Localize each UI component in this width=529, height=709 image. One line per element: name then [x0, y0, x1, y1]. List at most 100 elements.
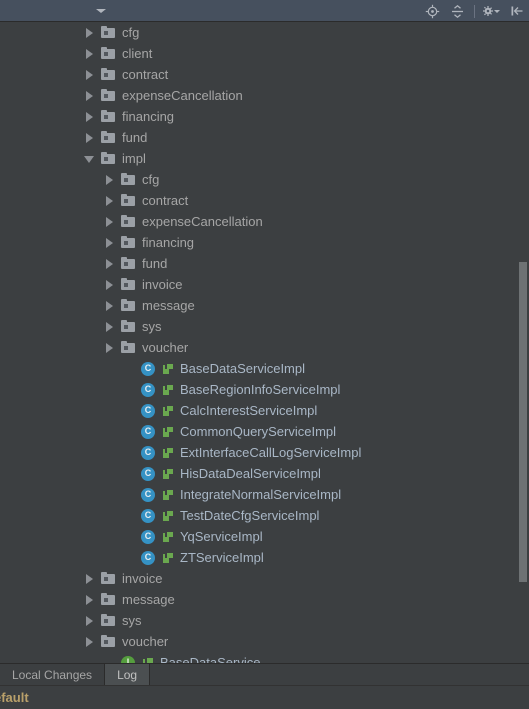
tree-row-label: cfg: [122, 25, 140, 40]
tree-row-folder[interactable]: voucher: [0, 337, 529, 358]
tree-row-label: financing: [122, 109, 175, 124]
tree-row-label: ExtInterfaceCallLogServiceImpl: [180, 445, 362, 460]
tree-row-folder[interactable]: expenseCancellation: [0, 211, 529, 232]
tree-row-folder[interactable]: financing: [0, 106, 529, 127]
tree-row-label: CalcInterestServiceImpl: [180, 403, 318, 418]
tree-indent-spacer: [124, 426, 135, 437]
java-class-icon: C: [140, 508, 156, 524]
tree-row-class[interactable]: C CalcInterestServiceImpl: [0, 400, 529, 421]
tree-row-label: TestDateCfgServiceImpl: [180, 508, 320, 523]
chevron-right-icon[interactable]: [84, 615, 95, 626]
folder-icon: [120, 277, 136, 293]
chevron-down-icon[interactable]: [84, 153, 95, 164]
tree-indent-spacer: [124, 531, 135, 542]
chevron-right-icon[interactable]: [104, 174, 115, 185]
chevron-right-icon[interactable]: [84, 594, 95, 605]
chevron-right-icon[interactable]: [84, 27, 95, 38]
chevron-right-icon[interactable]: [84, 573, 95, 584]
tree-indent-spacer: [124, 384, 135, 395]
bottom-tab-local-changes[interactable]: Local Changes: [0, 664, 104, 686]
tree-scrollbar-thumb[interactable]: [519, 262, 527, 582]
tree-row-class[interactable]: C HisDataDealServiceImpl: [0, 463, 529, 484]
tree-row-folder[interactable]: fund: [0, 127, 529, 148]
tree-row-label: client: [122, 46, 153, 61]
implements-marker-icon: [162, 445, 175, 461]
chevron-right-icon[interactable]: [104, 216, 115, 227]
hide-panel-icon[interactable]: [508, 3, 525, 20]
tree-row-folder[interactable]: expenseCancellation: [0, 85, 529, 106]
tree-row-label: fund: [142, 256, 168, 271]
tree-row-label: HisDataDealServiceImpl: [180, 466, 321, 481]
folder-icon: [100, 613, 116, 629]
project-tree[interactable]: cfg client contract expenseCancellation fina…: [0, 22, 529, 663]
tree-indent-spacer: [124, 363, 135, 374]
implements-marker-icon: [162, 466, 175, 482]
folder-icon: [100, 151, 116, 167]
java-class-icon: C: [140, 529, 156, 545]
tree-row-folder[interactable]: voucher: [0, 631, 529, 652]
tree-row-folder[interactable]: message: [0, 295, 529, 316]
chevron-right-icon[interactable]: [104, 237, 115, 248]
tree-row-folder[interactable]: contract: [0, 190, 529, 211]
folder-icon: [100, 67, 116, 83]
chevron-right-icon[interactable]: [84, 90, 95, 101]
tree-row-label: BaseDataServiceImpl: [180, 361, 305, 376]
chevron-right-icon[interactable]: [84, 69, 95, 80]
tree-row-interface[interactable]: I BaseDataService: [0, 652, 529, 663]
chevron-right-icon[interactable]: [84, 111, 95, 122]
folder-icon: [120, 340, 136, 356]
tree-row-folder[interactable]: impl: [0, 148, 529, 169]
chevron-right-icon[interactable]: [104, 195, 115, 206]
tree-row-class[interactable]: C ZTServiceImpl: [0, 547, 529, 568]
toolbar-actions: [424, 0, 525, 22]
tree-row-class[interactable]: C BaseDataServiceImpl: [0, 358, 529, 379]
tree-row-label: invoice: [122, 571, 163, 586]
chevron-right-icon[interactable]: [104, 258, 115, 269]
chevron-right-icon[interactable]: [84, 636, 95, 647]
tree-row-label: ZTServiceImpl: [180, 550, 264, 565]
tree-row-folder[interactable]: cfg: [0, 22, 529, 43]
tree-row-class[interactable]: C IntegrateNormalServiceImpl: [0, 484, 529, 505]
bottom-tab-log[interactable]: Log: [104, 663, 151, 686]
chevron-right-icon[interactable]: [104, 342, 115, 353]
scroll-from-source-icon[interactable]: [424, 3, 441, 20]
tree-row-folder[interactable]: sys: [0, 610, 529, 631]
settings-gear-icon[interactable]: [483, 3, 500, 20]
chevron-right-icon[interactable]: [104, 279, 115, 290]
chevron-right-icon[interactable]: [104, 321, 115, 332]
tree-row-class[interactable]: C ExtInterfaceCallLogServiceImpl: [0, 442, 529, 463]
tree-row-label: voucher: [122, 634, 169, 649]
tree-row-class[interactable]: C CommonQueryServiceImpl: [0, 421, 529, 442]
folder-icon: [120, 235, 136, 251]
chevron-right-icon[interactable]: [104, 300, 115, 311]
tree-row-class[interactable]: C YqServiceImpl: [0, 526, 529, 547]
chevron-down-icon[interactable]: [96, 9, 106, 13]
tree-row-folder[interactable]: invoice: [0, 274, 529, 295]
implements-marker-icon: [162, 529, 175, 545]
tree-row-folder[interactable]: sys: [0, 316, 529, 337]
tree-row-folder[interactable]: financing: [0, 232, 529, 253]
chevron-right-icon[interactable]: [84, 48, 95, 59]
tree-row-folder[interactable]: fund: [0, 253, 529, 274]
tree-row-label: cfg: [142, 172, 160, 187]
tree-row-class[interactable]: C BaseRegionInfoServiceImpl: [0, 379, 529, 400]
tree-row-label: message: [142, 298, 195, 313]
tree-row-folder[interactable]: contract: [0, 64, 529, 85]
java-interface-icon: I: [120, 655, 136, 663]
tree-row-label: financing: [142, 235, 195, 250]
tree-row-label: BaseDataService: [160, 655, 261, 663]
implements-marker-icon: [162, 382, 175, 398]
folder-icon: [100, 571, 116, 587]
java-class-icon: C: [140, 550, 156, 566]
tree-scrollbar[interactable]: [517, 22, 529, 663]
tree-row-folder[interactable]: cfg: [0, 169, 529, 190]
implements-marker-icon: [162, 550, 175, 566]
tree-row-folder[interactable]: client: [0, 43, 529, 64]
collapse-all-icon[interactable]: [449, 3, 466, 20]
tree-row-folder[interactable]: invoice: [0, 568, 529, 589]
tree-row-folder[interactable]: message: [0, 589, 529, 610]
tree-row-class[interactable]: C TestDateCfgServiceImpl: [0, 505, 529, 526]
implements-marker-icon: [162, 361, 175, 377]
chevron-down-icon[interactable]: [494, 9, 500, 13]
chevron-right-icon[interactable]: [84, 132, 95, 143]
